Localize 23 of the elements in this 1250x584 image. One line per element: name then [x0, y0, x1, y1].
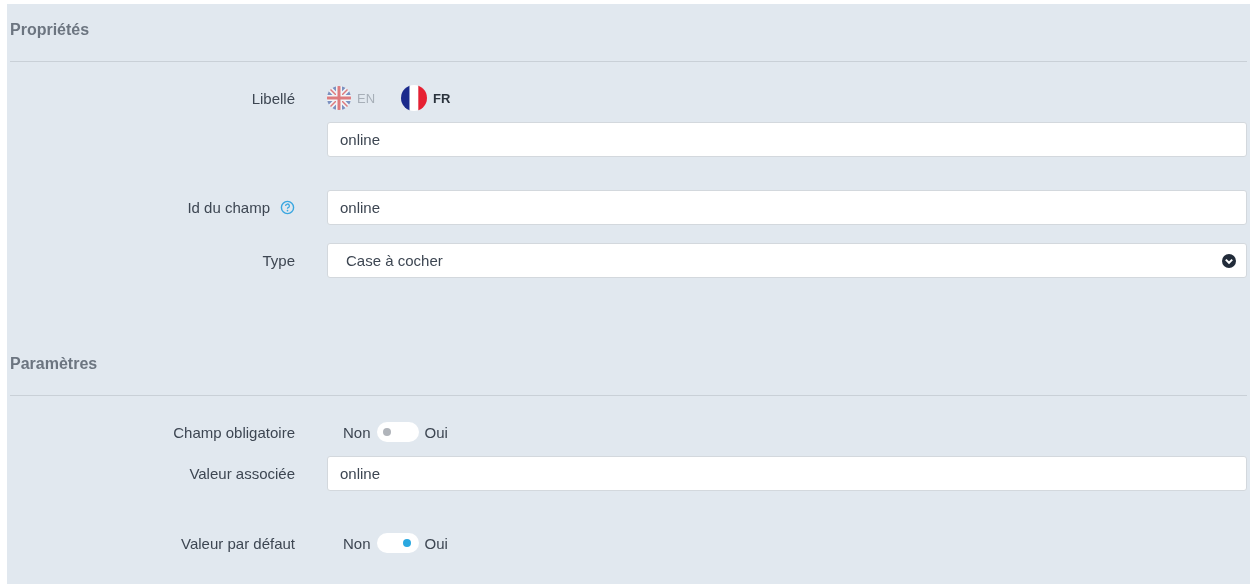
chevron-down-icon [1222, 253, 1236, 268]
toggle-label: Oui [424, 534, 448, 552]
field-label: Valeur associée [189, 465, 295, 482]
language-tab[interactable]: FR [401, 85, 451, 111]
field-label: Id du champ [187, 199, 270, 216]
type-dropdown[interactable]: Case à cocher [327, 243, 1247, 278]
text-field[interactable]: online [327, 190, 1247, 225]
text-field[interactable]: online [327, 456, 1247, 491]
field-label: Libellé [251, 89, 295, 107]
section-title: Paramètres [10, 354, 99, 374]
toggle-label: Non [343, 423, 371, 441]
flag-icon [401, 85, 428, 111]
toggle-label: Non [343, 534, 371, 552]
field-label: Champ obligatoire [173, 423, 295, 441]
toggle-label: Oui [424, 423, 448, 441]
section-title: Propriétés [10, 20, 91, 40]
field-label: Valeur par défaut [181, 534, 295, 552]
toggle-switch[interactable] [376, 422, 419, 442]
field-label: Type [262, 252, 295, 269]
flag-icon [327, 86, 351, 110]
help-icon[interactable] [280, 200, 295, 215]
text-field[interactable]: online [327, 122, 1247, 157]
toggle-switch[interactable] [376, 533, 419, 553]
